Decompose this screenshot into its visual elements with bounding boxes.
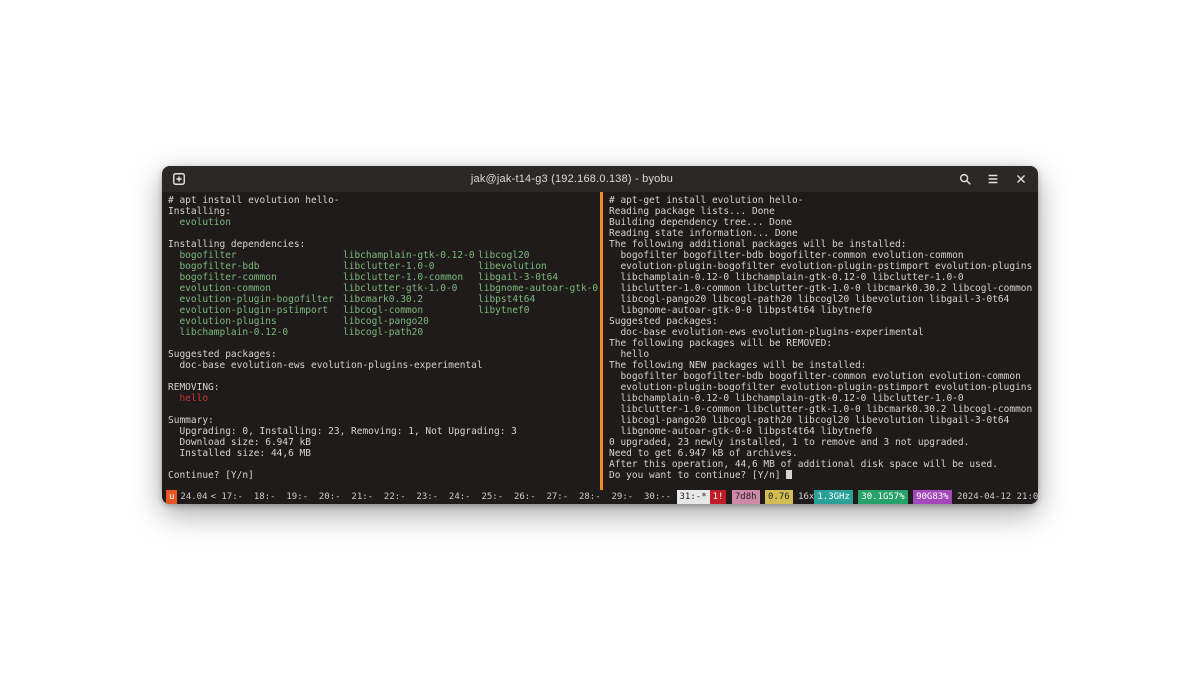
byobu-status-bar: u 24.04 < 17:- 18:- 19:- 20:- 21:- 22:- … (162, 490, 1038, 504)
left-pane[interactable]: # apt install evolution hello- Installin… (162, 192, 600, 490)
cmd-line: # apt-get install evolution hello- (609, 195, 1032, 206)
out-line: The following NEW packages will be insta… (609, 360, 1032, 371)
suggested-header: Suggested packages: (168, 349, 594, 360)
out-line: libgnome-autoar-gtk-0-0 libpst4t64 libyt… (609, 426, 1032, 437)
out-line: libclutter-1.0-common libclutter-gtk-1.0… (609, 404, 1032, 415)
dep-row: bogofilter-commonlibclutter-1.0-commonli… (168, 272, 594, 283)
out-line: libchamplain-0.12-0 libchamplain-gtk-0.1… (609, 393, 1032, 404)
terminal-body[interactable]: # apt install evolution hello- Installin… (162, 192, 1038, 490)
load-badge: 0.76 (765, 490, 793, 504)
current-session: 31:-* (677, 490, 710, 504)
terminal-window: jak@jak-t14-g3 (192.168.0.138) - byobu #… (162, 166, 1038, 504)
dep-row: bogofilter-bdblibclutter-1.0-0libevoluti… (168, 261, 594, 272)
out-line: evolution-plugin-bogofilter evolution-pl… (609, 261, 1032, 272)
hamburger-menu-icon[interactable] (984, 170, 1002, 188)
out-line: evolution-plugin-bogofilter evolution-pl… (609, 382, 1032, 393)
out-line: bogofilter bogofilter-bdb bogofilter-com… (609, 250, 1032, 261)
continue-prompt[interactable]: Do you want to continue? [Y/n] (609, 470, 1032, 481)
uptime-badge: 7d8h (732, 490, 760, 504)
out-line: libgnome-autoar-gtk-0-0 libpst4t64 libyt… (609, 305, 1032, 316)
installing-header: Installing: (168, 206, 594, 217)
search-icon[interactable] (956, 170, 974, 188)
installing-pkg: evolution (168, 217, 594, 228)
suggested-pkgs: doc-base evolution-ews evolution-plugins… (168, 360, 594, 371)
date: 2024-04-12 (957, 490, 1011, 504)
removing-header: REMOVING: (168, 382, 594, 393)
summary-header: Summary: (168, 415, 594, 426)
new-tab-icon[interactable] (170, 170, 188, 188)
summary-line: Download size: 6.947 kB (168, 437, 594, 448)
out-line: Suggested packages: (609, 316, 1032, 327)
cpu-badge: 16x16x1.3GHz1.3GHz (798, 490, 853, 504)
out-line: Need to get 6.947 kB of archives. (609, 448, 1032, 459)
out-line: Reading state information... Done (609, 228, 1032, 239)
dep-row: libchamplain-0.12-0libcogl-path20 (168, 327, 594, 338)
release: 24.04 (177, 490, 210, 504)
out-line: The following packages will be REMOVED: (609, 338, 1032, 349)
dep-row: evolution-plugin-pstimportlibcogl-common… (168, 305, 594, 316)
dep-row: bogofilterlibchamplain-gtk-0.12-0libcogl… (168, 250, 594, 261)
out-line: libclutter-1.0-common libclutter-gtk-1.0… (609, 283, 1032, 294)
titlebar: jak@jak-t14-g3 (192.168.0.138) - byobu (162, 166, 1038, 192)
close-icon[interactable] (1012, 170, 1030, 188)
removing-pkg: hello (168, 393, 594, 404)
window-title: jak@jak-t14-g3 (192.168.0.138) - byobu (196, 173, 948, 185)
deps-header: Installing dependencies: (168, 239, 594, 250)
summary-line: Upgrading: 0, Installing: 23, Removing: … (168, 426, 594, 437)
out-line: libchamplain-0.12-0 libchamplain-gtk-0.1… (609, 272, 1032, 283)
cmd-line: # apt install evolution hello- (168, 195, 594, 206)
out-line: Building dependency tree... Done (609, 217, 1032, 228)
out-line: Reading package lists... Done (609, 206, 1032, 217)
dep-row: evolution-pluginslibcogl-pango20 (168, 316, 594, 327)
out-line: bogofilter bogofilter-bdb bogofilter-com… (609, 371, 1032, 382)
out-line: libcogl-pango20 libcogl-path20 libcogl20… (609, 415, 1032, 426)
out-line: 0 upgraded, 23 newly installed, 1 to rem… (609, 437, 1032, 448)
distro-badge: u (166, 490, 177, 504)
disk-badge: 90G83% (913, 490, 952, 504)
out-line: The following additional packages will b… (609, 239, 1032, 250)
summary-line: Installed size: 44,6 MB (168, 448, 594, 459)
cursor-icon (786, 470, 792, 479)
time: 21:01:52 (1017, 490, 1038, 504)
session-list: < 17:- 18:- 19:- 20:- 21:- 22:- 23:- 24:… (211, 490, 672, 504)
continue-prompt[interactable]: Continue? [Y/n] (168, 470, 594, 481)
out-line: hello (609, 349, 1032, 360)
alert-badge: 1! (710, 490, 727, 504)
right-pane[interactable]: # apt-get install evolution hello- Readi… (600, 192, 1038, 490)
dep-row: evolution-commonlibclutter-gtk-1.0-0libg… (168, 283, 594, 294)
mem-badge: 30.1G57% (858, 490, 907, 504)
out-line: doc-base evolution-ews evolution-plugins… (609, 327, 1032, 338)
out-line: After this operation, 44,6 MB of additio… (609, 459, 1032, 470)
out-line: libcogl-pango20 libcogl-path20 libcogl20… (609, 294, 1032, 305)
dep-row: evolution-plugin-bogofilterlibcmark0.30.… (168, 294, 594, 305)
